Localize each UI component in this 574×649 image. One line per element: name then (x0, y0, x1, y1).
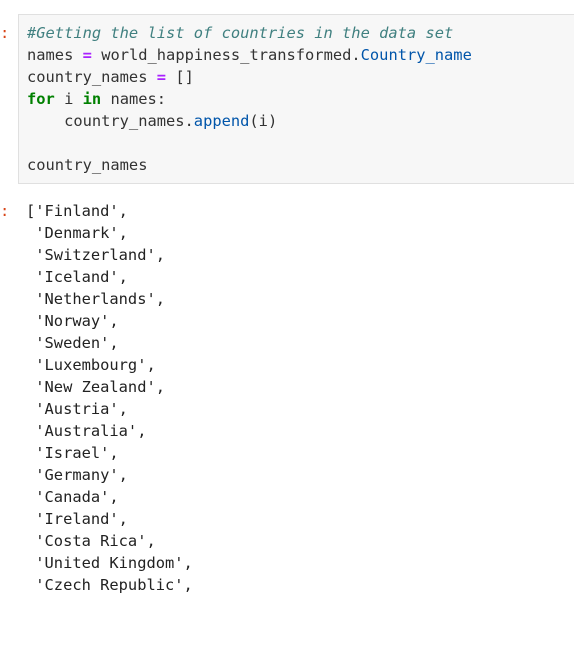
code-comment: #Getting the list of countries in the da… (27, 24, 454, 42)
code-line-5: country_names.append(i) (27, 110, 472, 132)
output-line: 'Denmark', (26, 224, 128, 242)
code-keyword: for (27, 90, 55, 108)
code-line-4: for i in names: (27, 88, 472, 110)
code-token: country_names (27, 68, 148, 86)
code-token: (i) (249, 112, 278, 130)
code-line-3: country_names = [] (27, 66, 472, 88)
cell-output: ['Finland', 'Denmark', 'Switzerland', 'I… (26, 200, 193, 596)
output-line: 'Costa Rica', (26, 532, 156, 550)
output-line: 'Canada', (26, 488, 119, 506)
output-line: 'Sweden', (26, 334, 119, 352)
output-line: 'United Kingdom', (26, 554, 193, 572)
code-line-2: names = world_happiness_transformed.Coun… (27, 44, 472, 66)
code-line-7: country_names (27, 154, 472, 176)
code-token: world_happiness_transformed. (101, 46, 361, 64)
output-line: 'Germany', (26, 466, 128, 484)
code-token: country_names. (27, 112, 194, 130)
code-token: names: (101, 90, 167, 108)
output-line: 'New Zealand', (26, 378, 165, 396)
output-line: 'Ireland', (26, 510, 128, 528)
output-line: 'Israel', (26, 444, 119, 462)
output-line: 'Netherlands', (26, 290, 165, 308)
output-line: 'Norway', (26, 312, 119, 330)
code-operator: = (82, 46, 92, 64)
code-token: country_names (27, 156, 148, 174)
input-prompt: : (0, 24, 10, 42)
code-cell-input[interactable]: #Getting the list of countries in the da… (18, 14, 574, 184)
code-editor[interactable]: #Getting the list of countries in the da… (27, 22, 472, 176)
code-attribute: Country_name (360, 46, 472, 64)
output-line: 'Switzerland', (26, 246, 165, 264)
output-line: ['Finland', (26, 202, 128, 220)
code-attribute: append (193, 112, 250, 130)
output-line: 'Luxembourg', (26, 356, 156, 374)
output-line: 'Iceland', (26, 268, 128, 286)
code-operator: = (156, 68, 167, 86)
output-line: 'Australia', (26, 422, 147, 440)
code-token: names (27, 46, 74, 64)
code-token: i (54, 90, 83, 108)
code-keyword: in (82, 90, 102, 108)
output-prompt: : (0, 202, 10, 220)
code-token: [] (175, 68, 194, 86)
output-line: 'Austria', (26, 400, 128, 418)
output-line: 'Czech Republic', (26, 576, 193, 594)
code-line-1: #Getting the list of countries in the da… (27, 22, 472, 44)
